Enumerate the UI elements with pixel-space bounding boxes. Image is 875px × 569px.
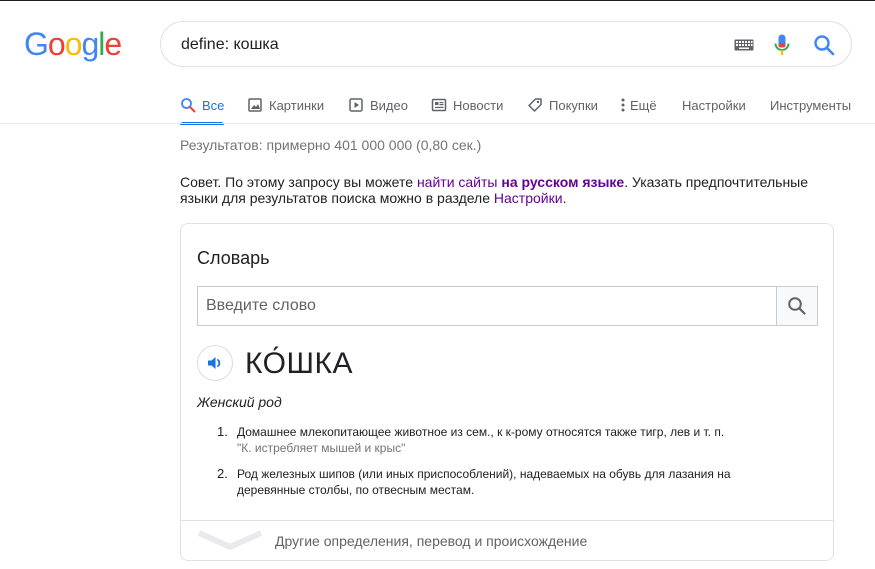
language-tip: Совет. По этому запросу вы можете найти … — [180, 174, 830, 206]
image-icon — [248, 98, 262, 112]
tab-label: Картинки — [269, 97, 325, 113]
keyboard-icon[interactable] — [734, 39, 754, 51]
russian-language-link[interactable]: на русском языке — [501, 174, 624, 190]
search-tabs: Все Картинки Видео Новости Покупки Ещё Н… — [0, 84, 875, 125]
more-vert-icon — [621, 98, 625, 112]
definition-text: Домашнее млекопитающее животное из сем.,… — [237, 425, 725, 439]
tab-shopping[interactable]: Покупки — [527, 90, 598, 120]
search-icon[interactable] — [813, 34, 835, 56]
definition-number: 1. — [217, 424, 228, 439]
newspaper-icon — [431, 98, 447, 112]
logo-letter-e: e — [104, 26, 122, 62]
tab-label: Покупки — [549, 97, 598, 113]
search-box — [160, 21, 852, 67]
tab-label: Настройки — [682, 97, 746, 113]
tip-prefix: Совет. По этому запросу вы можете — [180, 174, 417, 190]
tab-tools[interactable]: Инструменты — [770, 90, 851, 120]
tab-label: Инструменты — [770, 97, 852, 113]
tab-video[interactable]: Видео — [348, 90, 408, 120]
dictionary-title: Словарь — [197, 248, 270, 268]
tab-images[interactable]: Картинки — [247, 90, 324, 120]
definition-item: 1. Домашнее млекопитающее животное из се… — [217, 424, 787, 456]
dictionary-search-box — [197, 286, 818, 326]
definition-text: Род железных шипов (или иных приспособле… — [237, 467, 731, 497]
more-definitions-toggle[interactable]: Другие определения, перевод и происхожде… — [181, 521, 833, 561]
speaker-icon — [208, 357, 221, 369]
definition-item: 2. Род железных шипов (или иных приспосо… — [217, 466, 787, 498]
headword: КО́ШКА — [245, 347, 353, 380]
tab-label: Все — [202, 97, 225, 113]
search-icon — [181, 98, 196, 113]
dictionary-card: Словарь КО́ШКА Женский род 1. Домашнее м… — [180, 223, 834, 561]
pronunciation-button[interactable] — [197, 345, 233, 381]
tip-suffix: . — [562, 190, 567, 206]
tag-icon — [528, 98, 542, 112]
tab-label: Новости — [453, 97, 504, 113]
more-definitions-label: Другие определения, перевод и происхожде… — [275, 533, 588, 549]
tab-all[interactable]: Все — [180, 90, 225, 125]
logo-letter-o1: o — [47, 26, 66, 62]
tab-label: Ещё — [630, 97, 657, 113]
tabs-divider — [0, 123, 875, 124]
tab-more[interactable]: Ещё — [619, 90, 657, 120]
play-icon — [349, 98, 363, 112]
logo-letter-g2: g — [81, 26, 99, 62]
tab-news[interactable]: Новости — [431, 90, 503, 120]
dictionary-word-input[interactable] — [206, 287, 766, 325]
microphone-icon[interactable] — [774, 34, 790, 56]
search-input[interactable] — [181, 33, 701, 57]
settings-link[interactable]: Настройки — [494, 190, 563, 206]
google-logo[interactable]: Google — [24, 26, 122, 62]
find-sites-link[interactable]: найти сайты — [417, 174, 498, 190]
result-stats: Результатов: примерно 401 000 000 (0,80 … — [180, 137, 482, 153]
window-top-border — [0, 0, 875, 1]
search-icon — [788, 297, 806, 315]
definitions-list: 1. Домашнее млекопитающее животное из се… — [217, 424, 787, 508]
definition-number: 2. — [217, 466, 228, 481]
tab-settings[interactable]: Настройки — [682, 90, 746, 120]
definition-example: "К. истребляет мышей и крыс" — [237, 441, 406, 455]
part-of-speech: Женский род — [197, 394, 282, 410]
tab-label: Видео — [370, 97, 408, 113]
logo-letter-g: G — [24, 26, 49, 62]
dictionary-search-button[interactable] — [776, 287, 817, 325]
chevron-down-icon — [197, 530, 263, 551]
logo-letter-o2: o — [64, 26, 83, 62]
